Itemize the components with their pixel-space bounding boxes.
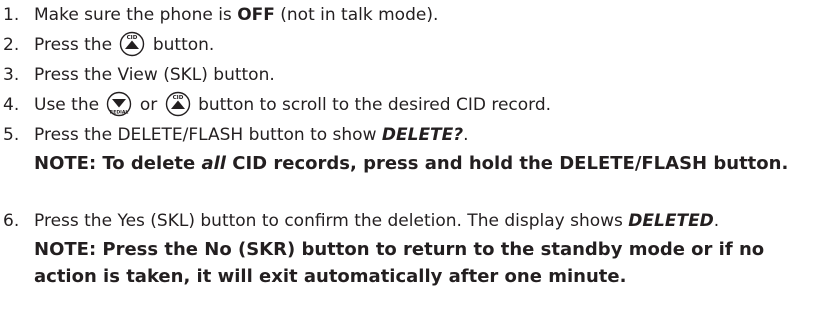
step-5: 5. Press the DELETE/FLASH button to show…: [0, 120, 832, 150]
redial-label-text: REDIAL: [110, 109, 129, 115]
step-text-part: Use the: [34, 95, 105, 115]
step-text-part: .: [463, 125, 469, 145]
step-number: 5.: [3, 125, 20, 145]
instruction-list: 1. Make sure the phone is OFF (not in ta…: [0, 0, 832, 292]
step-number: 3.: [3, 65, 20, 85]
note-standby-mode: NOTE: Press the No (SKR) button to retur…: [34, 239, 765, 287]
step-text-part: Make sure the phone is: [34, 5, 238, 25]
step-text: Make sure the phone is OFF (not in talk …: [34, 0, 438, 30]
step-text-part: .: [713, 211, 720, 231]
step-number: 2.: [3, 35, 20, 55]
step-text-part: button to scroll to the desired CID reco…: [192, 95, 552, 115]
step-2: 2. Press the CID button.: [0, 30, 832, 60]
display-text-delete: DELETE?: [381, 125, 464, 145]
step-text: Press the CID button.: [34, 30, 214, 60]
step-text: Press the Yes (SKL) button to confirm th…: [34, 206, 719, 236]
step-number: 4.: [3, 95, 20, 115]
cid-label-text: CID: [127, 35, 138, 41]
step-3: 3. Press the View (SKL) button.: [0, 60, 832, 90]
step-text-part: or: [134, 95, 163, 115]
step-number: 6.: [3, 211, 20, 231]
note-text-part: CID records, press and hold the DELETE/F…: [225, 153, 789, 174]
step-1: 1. Make sure the phone is OFF (not in ta…: [0, 0, 832, 30]
emphasis-all: all: [201, 153, 226, 174]
step-text: Use the REDIAL or CID button to scroll t…: [34, 90, 551, 120]
step-6: 6. Press the Yes (SKL) button to confirm…: [0, 206, 832, 236]
step-text: Press the DELETE/FLASH button to show DE…: [34, 120, 469, 150]
note-delete-all: NOTE: To delete all CID records, press a…: [34, 150, 832, 206]
step-text: Press the View (SKL) button.: [34, 65, 275, 85]
step-text-part: Press the DELETE/FLASH button to show: [34, 125, 382, 145]
emphasis-off: OFF: [237, 5, 275, 25]
step-text-part: button.: [147, 35, 215, 55]
cid-up-button-icon: CID: [165, 91, 191, 117]
step-number: 1.: [3, 5, 20, 25]
step-4: 4. Use the REDIAL or CID button to scrol…: [0, 90, 832, 120]
note-text-part: NOTE: To delete: [34, 153, 202, 174]
step-text-part: Press the Yes (SKL) button to confirm th…: [34, 211, 629, 231]
cid-label-text: CID: [172, 95, 183, 101]
step-text-part: (not in talk mode).: [274, 5, 439, 25]
step-text-part: Press the: [34, 35, 118, 55]
display-text-deleted: DELETED: [628, 211, 714, 231]
cid-up-button-icon: CID: [119, 31, 145, 57]
redial-down-button-icon: REDIAL: [106, 91, 132, 117]
